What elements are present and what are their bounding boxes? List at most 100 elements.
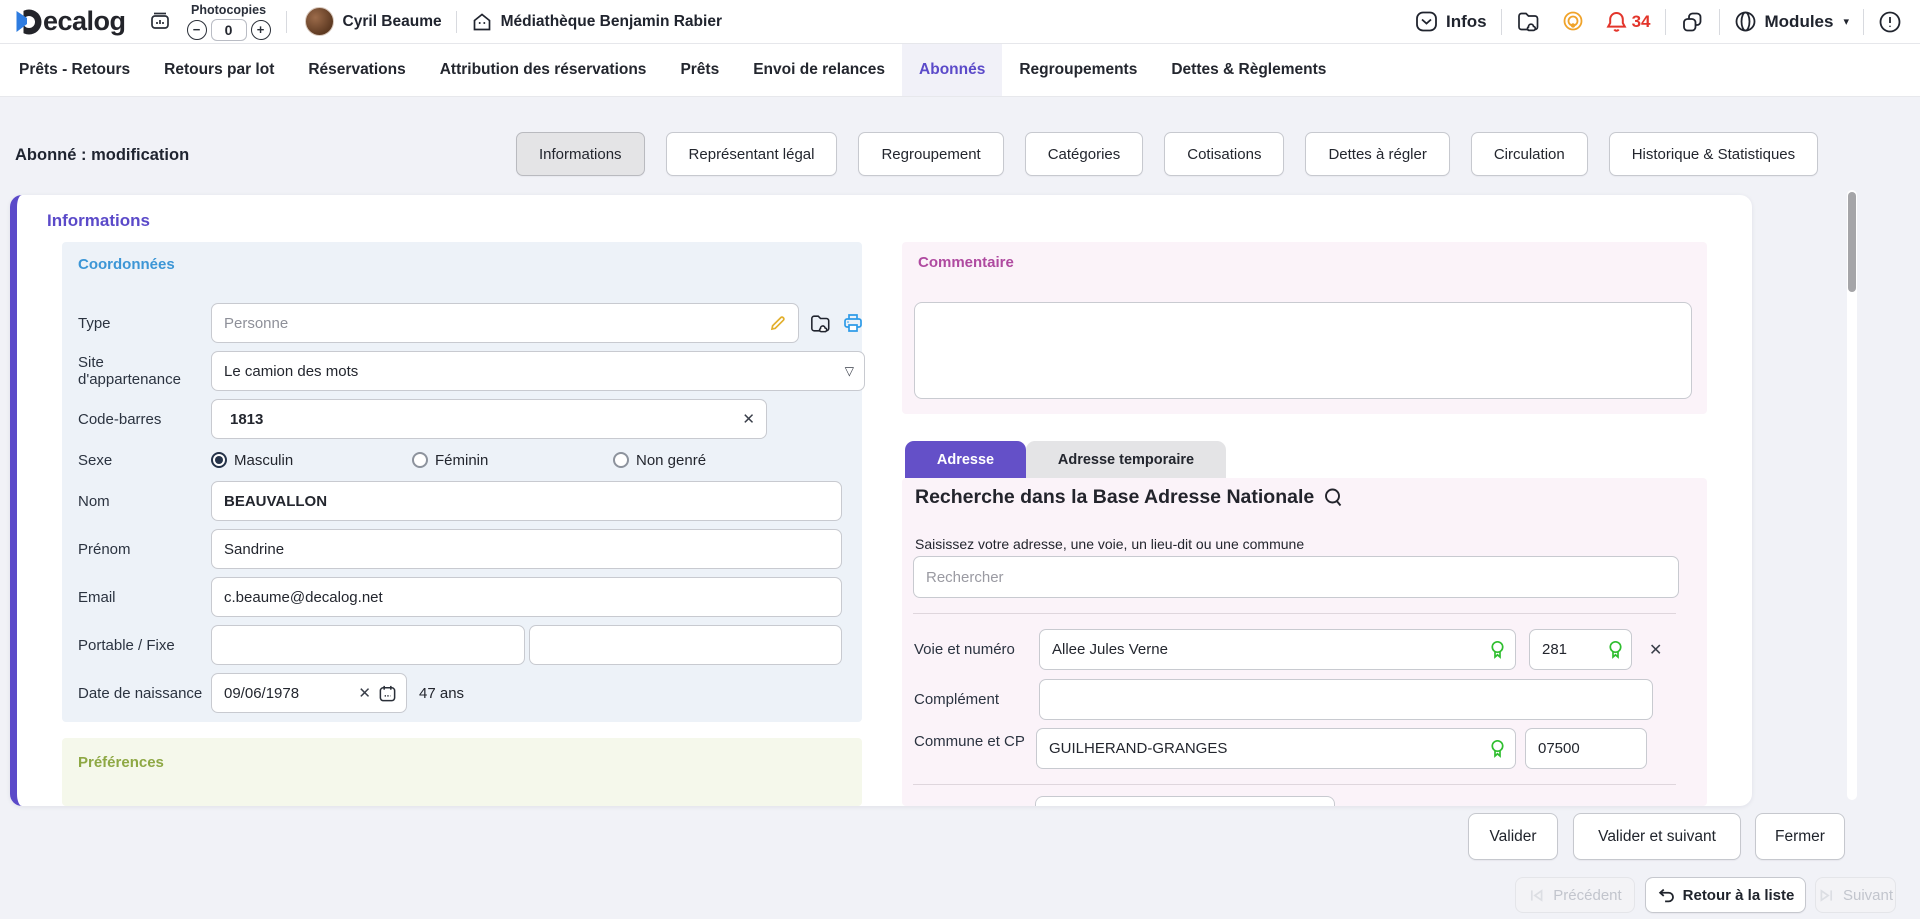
edit-pencil-icon[interactable] (769, 314, 787, 332)
photocopies-decrement-button[interactable]: − (187, 20, 207, 40)
prenom-input[interactable] (211, 529, 842, 569)
header-divider (456, 11, 457, 33)
decalog-logo[interactable]: ecalog (14, 6, 126, 37)
tab-adresse[interactable]: Adresse (905, 441, 1026, 478)
tab-dettes-a-regler[interactable]: Dettes à régler (1305, 132, 1449, 176)
radio-circle (613, 452, 629, 468)
ban-hint: Saisissez votre adresse, une voie, un li… (915, 536, 1304, 552)
record-tabs: Informations Représentant légal Regroupe… (516, 132, 1818, 176)
site-select[interactable] (211, 351, 865, 391)
user-menu[interactable]: Cyril Beaume (305, 7, 442, 36)
modules-menu[interactable]: Modules ▾ (1734, 10, 1849, 33)
barcode-label: Code-barres (78, 411, 211, 428)
tab-regroupement[interactable]: Regroupement (858, 132, 1003, 176)
subscriber-form-card: Informations Coordonnées Type (10, 195, 1752, 806)
print-icon[interactable] (842, 312, 864, 334)
validate-next-button[interactable]: Valider et suivant (1573, 813, 1741, 860)
library-selector[interactable]: Médiathèque Benjamin Rabier (471, 11, 722, 33)
photocopies-count-input[interactable] (211, 19, 247, 41)
commentaire-textarea[interactable] (914, 302, 1692, 399)
type-input[interactable] (211, 303, 799, 343)
sexe-label: Sexe (78, 452, 211, 469)
prenom-row: Prénom (78, 529, 842, 569)
nav-reservations[interactable]: Réservations (291, 44, 422, 96)
broadcast-icon[interactable] (1561, 10, 1585, 34)
radio-circle (412, 452, 428, 468)
photocopies-increment-button[interactable]: + (251, 20, 271, 40)
coordonnees-section: Coordonnées Type (62, 242, 862, 722)
nav-retours-par-lot[interactable]: Retours par lot (147, 44, 291, 96)
next-button[interactable]: Suivant (1815, 877, 1896, 913)
complement-input[interactable] (1039, 679, 1653, 720)
ban-valid-icon (1607, 640, 1624, 660)
complement-label: Complément (914, 691, 1036, 708)
radio-non-genre[interactable]: Non genré (613, 452, 814, 469)
street-input[interactable] (1039, 629, 1516, 670)
folder-cloud-icon[interactable] (1516, 10, 1541, 33)
phone-row: Portable / Fixe (78, 625, 842, 665)
copy-windows-icon[interactable] (1680, 10, 1705, 34)
type-folder-icon[interactable] (809, 313, 832, 334)
tab-categories[interactable]: Catégories (1025, 132, 1144, 176)
email-input[interactable] (211, 577, 842, 617)
radio-feminin[interactable]: Féminin (412, 452, 613, 469)
city-input[interactable] (1036, 728, 1516, 769)
ban-valid-icon (1489, 640, 1506, 660)
nav-dettes-reglements[interactable]: Dettes & Règlements (1154, 44, 1343, 96)
copier-icon[interactable] (148, 10, 172, 34)
ban-search-input[interactable] (913, 556, 1679, 598)
preferences-section: Préférences (62, 738, 862, 806)
dropdown-arrow-icon[interactable]: ▽ (845, 364, 854, 378)
scrollbar-thumb[interactable] (1848, 192, 1856, 292)
preferences-title: Préférences (78, 754, 846, 771)
clear-barcode-icon[interactable]: ✕ (742, 410, 755, 428)
nav-prets[interactable]: Prêts (663, 44, 736, 96)
postal-code-input[interactable] (1525, 728, 1647, 769)
nav-regroupements[interactable]: Regroupements (1002, 44, 1154, 96)
nom-input[interactable] (211, 481, 842, 521)
sexe-row: Sexe Masculin Féminin Non genré (78, 447, 842, 473)
modules-icon (1734, 10, 1757, 33)
clear-address-icon[interactable]: ✕ (1649, 640, 1662, 660)
type-row: Type (78, 303, 842, 343)
validate-button[interactable]: Valider (1468, 813, 1558, 860)
barcode-input[interactable] (211, 399, 767, 439)
radio-masculin[interactable]: Masculin (211, 452, 412, 469)
mobile-phone-input[interactable] (211, 625, 525, 665)
search-icon[interactable] (1323, 487, 1345, 509)
top-header: ecalog Photocopies − + Cyril Beaume (0, 0, 1920, 44)
tab-circulation[interactable]: Circulation (1471, 132, 1588, 176)
chevron-down-icon: ▾ (1843, 15, 1849, 28)
close-button[interactable]: Fermer (1755, 813, 1845, 860)
back-to-list-button[interactable]: Retour à la liste (1645, 877, 1806, 913)
previous-button[interactable]: Précédent (1515, 877, 1635, 913)
tab-cotisations[interactable]: Cotisations (1164, 132, 1284, 176)
nav-prets-retours[interactable]: Prêts - Retours (2, 44, 147, 96)
birthdate-row: Date de naissance ✕ 47 ans (78, 673, 842, 713)
nav-attribution-reservations[interactable]: Attribution des réservations (423, 44, 664, 96)
info-circle-icon[interactable] (1878, 10, 1902, 34)
tab-historique-statistiques[interactable]: Historique & Statistiques (1609, 132, 1818, 176)
vertical-scrollbar[interactable] (1847, 190, 1857, 800)
header-divider (1665, 9, 1666, 35)
main-navigation: Prêts - Retours Retours par lot Réservat… (0, 44, 1920, 97)
nom-label: Nom (78, 493, 211, 510)
skip-next-icon (1818, 887, 1835, 904)
age-value: 47 ans (419, 685, 464, 702)
tab-adresse-temporaire[interactable]: Adresse temporaire (1026, 441, 1226, 478)
calendar-icon[interactable] (378, 684, 397, 703)
notification-bell-icon[interactable] (1605, 10, 1628, 34)
address-tabs: Adresse Adresse temporaire (905, 441, 1226, 478)
clear-birthdate-icon[interactable]: ✕ (358, 684, 371, 702)
nav-abonnes[interactable]: Abonnés (902, 44, 1002, 96)
landline-phone-input[interactable] (529, 625, 842, 665)
app-root: ecalog Photocopies − + Cyril Beaume (0, 0, 1920, 919)
infos-button[interactable]: Infos (1415, 10, 1487, 33)
site-label: Site d'appartenance (78, 354, 211, 388)
tab-representant-legal[interactable]: Représentant légal (666, 132, 838, 176)
skip-previous-icon (1528, 887, 1545, 904)
nav-envoi-relances[interactable]: Envoi de relances (736, 44, 902, 96)
tab-informations[interactable]: Informations (516, 132, 645, 176)
header-divider (286, 11, 287, 33)
clipped-input[interactable] (1035, 796, 1335, 806)
